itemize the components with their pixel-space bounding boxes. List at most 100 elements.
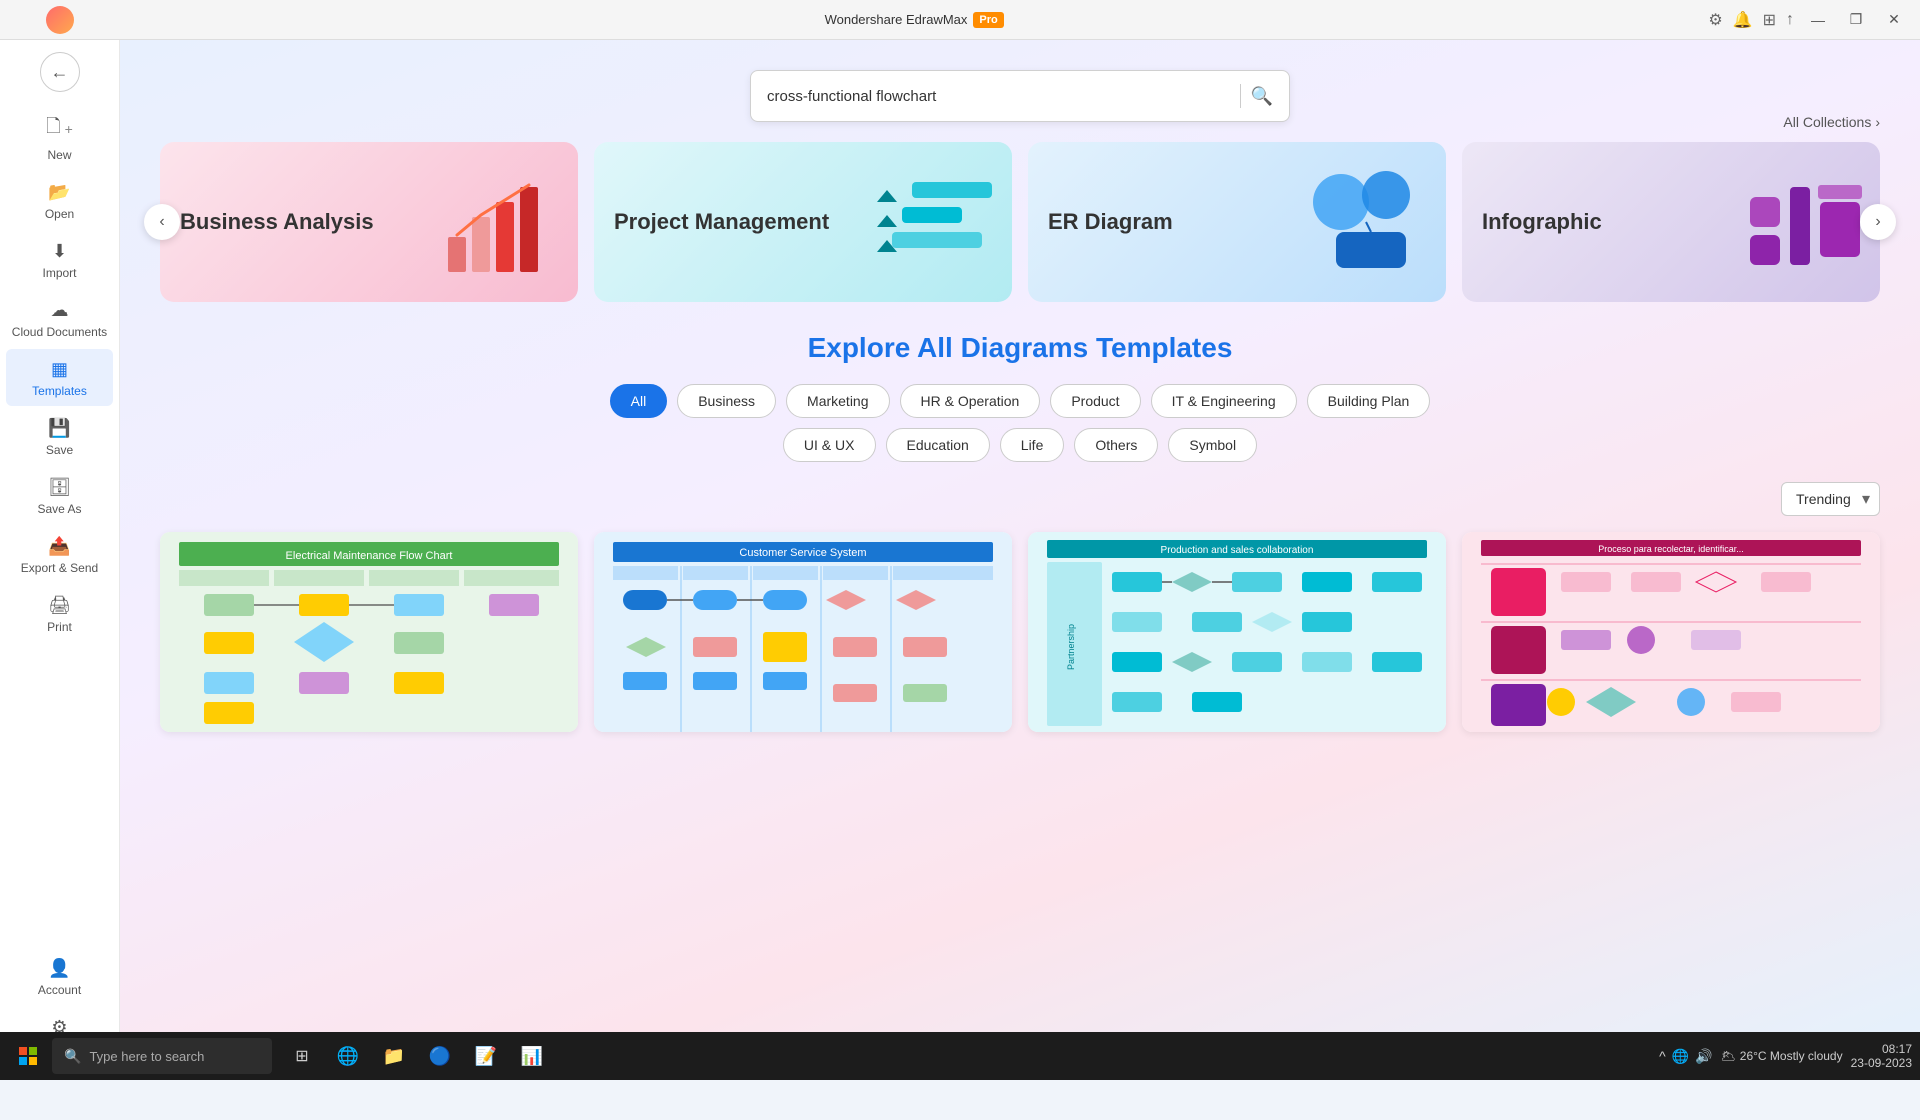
taskbar-app-edge[interactable]: 🌐 bbox=[326, 1034, 370, 1078]
taskbar-app-chrome[interactable]: 🔵 bbox=[418, 1034, 462, 1078]
close-button[interactable]: ✕ bbox=[1880, 6, 1908, 34]
settings-icon[interactable]: ⚙ bbox=[1708, 10, 1722, 30]
save-label: Save bbox=[46, 443, 73, 457]
sidebar-item-import[interactable]: ⬇ Import bbox=[6, 231, 113, 288]
network-icon[interactable]: 🌐 bbox=[1672, 1048, 1689, 1065]
notification-icon[interactable]: 🔔 bbox=[1733, 10, 1753, 30]
filter-business[interactable]: Business bbox=[677, 384, 776, 418]
template-thumb-2: Customer Service System bbox=[594, 532, 1012, 732]
filter-it[interactable]: IT & Engineering bbox=[1151, 384, 1297, 418]
taskbar-right: ^ 🌐 🔊 🌥 26°C Mostly cloudy 08:17 23-09-2… bbox=[1659, 1042, 1912, 1070]
template-thumb-1: Electrical Maintenance Flow Chart bbox=[160, 532, 578, 732]
taskbar-search[interactable]: 🔍 Type here to search bbox=[52, 1038, 272, 1074]
filter-education[interactable]: Education bbox=[886, 428, 990, 462]
saveas-label: Save As bbox=[37, 502, 81, 516]
carousel-section: All Collections › ‹ Business Analysis bbox=[160, 142, 1880, 302]
template-card-4[interactable]: Proceso para recolectar, identificar... bbox=[1462, 532, 1880, 732]
taskbar-clock[interactable]: 08:17 23-09-2023 bbox=[1851, 1042, 1912, 1070]
share-icon[interactable]: ↑ bbox=[1786, 11, 1794, 29]
grid-icon[interactable]: ⊞ bbox=[1763, 10, 1776, 30]
carousel-card-business-analysis[interactable]: Business Analysis bbox=[160, 142, 578, 302]
import-icon: ⬇ bbox=[52, 241, 67, 262]
new-icon: 🗋 bbox=[46, 114, 60, 144]
save-icon: 💾 bbox=[48, 418, 70, 439]
svg-text:Proceso para recolectar, ident: Proceso para recolectar, identificar... bbox=[1598, 544, 1744, 554]
template-thumb-3: Production and sales collaboration Partn… bbox=[1028, 532, 1446, 732]
search-container: 🔍 bbox=[160, 70, 1880, 122]
filter-others[interactable]: Others bbox=[1074, 428, 1158, 462]
open-label: Open bbox=[45, 207, 74, 221]
explore-title-highlight: All Diagrams Templates bbox=[917, 332, 1232, 363]
sidebar-item-print[interactable]: 🖨 Print bbox=[6, 585, 113, 642]
svg-text:Production and sales collabora: Production and sales collaboration bbox=[1161, 545, 1314, 556]
templates-icon: ▦ bbox=[51, 359, 68, 380]
filter-ui[interactable]: UI & UX bbox=[783, 428, 876, 462]
sidebar-item-account[interactable]: 👤 Account bbox=[6, 948, 113, 1005]
sidebar-item-templates[interactable]: ▦ Templates bbox=[6, 349, 113, 406]
template-card-1[interactable]: Electrical Maintenance Flow Chart bbox=[160, 532, 578, 732]
svg-text:Electrical Maintenance Flow Ch: Electrical Maintenance Flow Chart bbox=[286, 550, 453, 562]
card-title-project-management: Project Management bbox=[614, 208, 829, 237]
template-card-2[interactable]: Customer Service System bbox=[594, 532, 1012, 732]
weather-icon: 🌥 bbox=[1721, 1049, 1736, 1063]
search-box: 🔍 bbox=[750, 70, 1290, 122]
sidebar-item-saveas[interactable]: 🗄 Save As bbox=[6, 467, 113, 524]
sidebar-item-export[interactable]: 📤 Export & Send bbox=[6, 526, 113, 583]
sidebar-item-save[interactable]: 💾 Save bbox=[6, 408, 113, 465]
filter-life[interactable]: Life bbox=[1000, 428, 1065, 462]
filter-row-2: UI & UX Education Life Others Symbol bbox=[160, 428, 1880, 462]
account-icon: 👤 bbox=[48, 958, 70, 979]
search-button[interactable]: 🔍 bbox=[1251, 86, 1273, 107]
card-icon-infographic bbox=[1740, 167, 1860, 277]
carousel-card-infographic[interactable]: Infographic bbox=[1462, 142, 1880, 302]
filter-all[interactable]: All bbox=[610, 384, 668, 418]
trending-select[interactable]: Trending Newest Popular bbox=[1781, 482, 1880, 516]
restore-button[interactable]: ❐ bbox=[1842, 6, 1870, 34]
card-title-business-analysis: Business Analysis bbox=[180, 208, 374, 237]
filter-hr[interactable]: HR & Operation bbox=[900, 384, 1041, 418]
tray-icons: ^ 🌐 🔊 bbox=[1659, 1048, 1712, 1065]
carousel-card-project-management[interactable]: Project Management bbox=[594, 142, 1012, 302]
app-title: Wondershare EdrawMax bbox=[825, 12, 968, 27]
taskbar-app-edraw[interactable]: 📊 bbox=[510, 1034, 554, 1078]
cloud-label: Cloud Documents bbox=[12, 325, 107, 339]
chevron-up-icon[interactable]: ^ bbox=[1659, 1048, 1666, 1064]
clock-time: 08:17 bbox=[1882, 1042, 1912, 1056]
title-bar: Wondershare EdrawMax Pro ⚙ 🔔 ⊞ ↑ — ❐ ✕ bbox=[0, 0, 1920, 40]
taskbar-app-word[interactable]: 📝 bbox=[464, 1034, 508, 1078]
template-grid: Electrical Maintenance Flow Chart bbox=[160, 532, 1880, 732]
filter-symbol[interactable]: Symbol bbox=[1168, 428, 1257, 462]
all-collections-link[interactable]: All Collections › bbox=[1783, 114, 1880, 130]
pro-badge: Pro bbox=[973, 12, 1003, 28]
open-icon: 📂 bbox=[48, 182, 70, 203]
sidebar-item-open[interactable]: 📂 Open bbox=[6, 172, 113, 229]
minimize-button[interactable]: — bbox=[1804, 6, 1832, 34]
cloud-icon: ☁ bbox=[51, 300, 69, 321]
sidebar: ← 🗋 + New 📂 Open ⬇ Import ☁ Cloud Docume… bbox=[0, 40, 120, 1080]
explore-title: Explore All Diagrams Templates bbox=[160, 332, 1880, 364]
taskbar-app-explorer[interactable]: 📁 bbox=[372, 1034, 416, 1078]
main-content: 🔍 All Collections › ‹ Business Analysis bbox=[120, 40, 1920, 1080]
sidebar-item-new[interactable]: 🗋 + New bbox=[6, 104, 113, 170]
export-label: Export & Send bbox=[21, 561, 98, 575]
template-thumb-4: Proceso para recolectar, identificar... bbox=[1462, 532, 1880, 732]
filter-marketing[interactable]: Marketing bbox=[786, 384, 889, 418]
carousel-next-button[interactable]: › bbox=[1860, 204, 1896, 240]
sidebar-item-cloud[interactable]: ☁ Cloud Documents bbox=[6, 290, 113, 347]
back-button[interactable]: ← bbox=[40, 52, 80, 92]
filter-product[interactable]: Product bbox=[1050, 384, 1140, 418]
sound-icon[interactable]: 🔊 bbox=[1695, 1048, 1712, 1065]
carousel-prev-button[interactable]: ‹ bbox=[144, 204, 180, 240]
chrome-icon: 🔵 bbox=[429, 1046, 451, 1067]
new-label: New bbox=[47, 148, 71, 162]
word-icon: 📝 bbox=[475, 1046, 497, 1067]
card-title-er-diagram: ER Diagram bbox=[1048, 208, 1173, 237]
taskbar-app-task-view[interactable]: ⊞ bbox=[280, 1034, 324, 1078]
carousel-container: Business Analysis Project Management bbox=[160, 142, 1880, 302]
template-card-3[interactable]: Production and sales collaboration Partn… bbox=[1028, 532, 1446, 732]
print-icon: 🖨 bbox=[48, 595, 71, 616]
search-input[interactable] bbox=[767, 88, 1230, 105]
start-button[interactable] bbox=[8, 1036, 48, 1076]
filter-building[interactable]: Building Plan bbox=[1307, 384, 1431, 418]
carousel-card-er-diagram[interactable]: ER Diagram bbox=[1028, 142, 1446, 302]
